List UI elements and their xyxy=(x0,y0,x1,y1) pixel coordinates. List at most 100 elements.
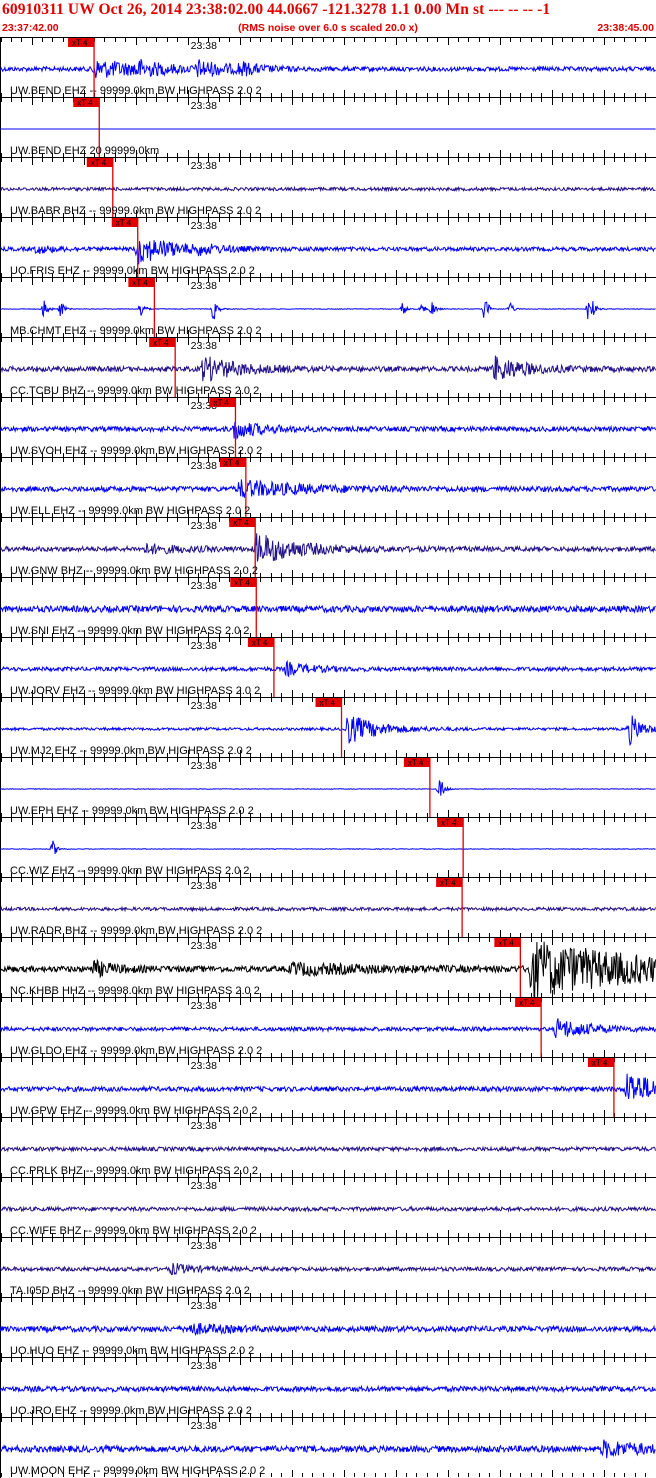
station-label: UW.GNW BHZ -- 99999.0km BW HIGHPASS 2.0 … xyxy=(10,565,258,577)
trace-23: 23:38 UO.JRO EHZ -- 99999.0km BW HIGHPASS… xyxy=(0,1357,656,1417)
minute-label: 23:38 xyxy=(191,520,217,532)
trace-15: 23:38 xT 4 UW.RADR BHZ -- 99999.0km BW HIG… xyxy=(0,877,656,937)
pick-flag-label: xT 4 xyxy=(440,879,456,888)
station-label: UW.SVOH EHZ -- 99999.0km BW HIGHPASS 2.0… xyxy=(10,445,262,457)
waveform-line xyxy=(0,840,656,855)
trace-3: 23:38 xT 4 UW.BABR BHZ -- 99999.0km BW HIG… xyxy=(0,157,656,217)
pick-flag-label: xT 4 xyxy=(233,519,249,528)
trace-5: 23:38 xT 4 MB.CHMT EHZ -- 99999.0km BW HIG… xyxy=(0,277,656,337)
station-label: TA.I05D BHZ -- 99999.0km BW HIGHPASS 2.0… xyxy=(10,1285,250,1297)
trace-22: 23:38 UO.HUO EHZ -- 99999.0km BW HIGHPASS… xyxy=(0,1297,656,1357)
minute-label: 23:38 xyxy=(191,280,217,292)
waveform-line xyxy=(0,1323,656,1337)
trace-6: 23:38 xT 4 CC.TCBU BHZ -- 99999.0km BW HIG… xyxy=(0,337,656,397)
minute-label: 23:38 xyxy=(191,1120,217,1132)
trace-11: 23:38 xT 4 UW.JORV EHZ -- 99999.0km BW HIG… xyxy=(0,637,656,697)
station-label: UW.GPW EHZ -- 99999.0km BW HIGHPASS 2.0 … xyxy=(10,1105,257,1117)
waveform-line xyxy=(0,533,656,562)
minute-label: 23:38 xyxy=(191,160,217,172)
station-label: CC.WIFE BHZ -- 99999.0km BW HIGHPASS 2.0… xyxy=(10,1225,257,1237)
pick-flag-label: xT 4 xyxy=(224,459,240,468)
pick-flag-label: xT 4 xyxy=(91,159,107,168)
station-label: UW.RADR BHZ -- 99999.0km BW HIGHPASS 2.0… xyxy=(10,925,262,937)
station-label: UW.MJ2 EHZ -- 99999.0km BW HIGHPASS 2.0 … xyxy=(10,745,252,757)
waveform-line xyxy=(0,58,656,79)
waveform-line xyxy=(0,1384,656,1394)
trace-2: 23:38 xT 4 UW.BEND EHZ 20 99999.0km xyxy=(0,97,656,157)
station-label: UW.BABR BHZ -- 99999.0km BW HIGHPASS 2.0… xyxy=(10,205,261,217)
minute-label: 23:38 xyxy=(191,100,217,112)
waveform-line xyxy=(0,905,656,913)
minute-label: 23:38 xyxy=(191,460,217,472)
trace-1: 23:38 xT 4 UW.BEND EHZ -- 99999.0km BW HIG… xyxy=(0,37,656,97)
pick-flag-label: xT 4 xyxy=(132,279,148,288)
minute-label: 23:38 xyxy=(191,1000,217,1012)
trace-18: 23:38 xT 4 UW.GPW EHZ -- 99999.0km BW HIGH… xyxy=(0,1057,656,1117)
waveform-line xyxy=(0,185,656,193)
station-label: UW.GLDO EHZ -- 99999.0km BW HIGHPASS 2.0… xyxy=(10,1045,262,1057)
station-label: UW.JORV EHZ -- 99999.0km BW HIGHPASS 2.0… xyxy=(10,685,260,697)
pick-flag-label: xT 4 xyxy=(77,99,93,108)
pick-flag-label: xT 4 xyxy=(519,999,535,1008)
minute-label: 23:38 xyxy=(191,760,217,772)
trace-20: 23:38 CC.WIFE BHZ -- 99999.0km BW HIGHPAS… xyxy=(0,1177,656,1237)
station-label: UW.BEND EHZ -- 99999.0km BW HIGHPASS 2.0… xyxy=(10,85,262,97)
minute-label: 23:38 xyxy=(191,1420,217,1432)
station-label: UW.SNI EHZ -- 99999.0km BW HIGHPASS 2.0 … xyxy=(10,625,249,637)
minute-label: 23:38 xyxy=(191,1300,217,1312)
waveform-line xyxy=(0,1145,656,1153)
waveform-line xyxy=(0,604,656,615)
pick-flag-label: xT 4 xyxy=(213,399,229,408)
trace-4: 23:38 xT 4 UO.FRIS EHZ -- 99999.0km BW HIG… xyxy=(0,217,656,277)
station-label: UO.HUO EHZ -- 99999.0km BW HIGHPASS 2.0 … xyxy=(10,1345,254,1357)
minute-label: 23:38 xyxy=(191,1360,217,1372)
station-label: UW.EPH EHZ -- 99999.0km BW HIGHPASS 2.0 … xyxy=(10,805,254,817)
station-label: UW.MOON EHZ -- 99999.0km BW HIGHPASS 2.0… xyxy=(10,1465,265,1477)
minute-label: 23:38 xyxy=(191,940,217,952)
trace-24: 23:38 UW.MOON EHZ -- 99999.0km BW HIGHPAS… xyxy=(0,1417,656,1477)
waveform-line xyxy=(0,355,656,382)
pick-flag-label: xT 4 xyxy=(320,699,336,708)
pick-flag-label: xT 4 xyxy=(498,939,514,948)
trace-17: 23:38 xT 4 UW.GLDO EHZ -- 99999.0km BW HIG… xyxy=(0,997,656,1057)
trace-16: 23:38 xT 4 NC.KHBB HHZ -- 99998.0km BW HIG… xyxy=(0,937,656,998)
waveform-line xyxy=(0,479,656,498)
station-label: NC.KHBB HHZ -- 99998.0km BW HIGHPASS 2.0… xyxy=(10,985,260,997)
pick-flag-label: xT 4 xyxy=(441,819,457,828)
pick-flag-label: xT 4 xyxy=(408,759,424,768)
station-label: UW.ELL EHZ -- 99999.0km BW HIGHPASS 2.0 … xyxy=(10,505,250,517)
minute-label: 23:38 xyxy=(191,640,217,652)
pick-flag-label: xT 4 xyxy=(72,39,88,48)
station-label: MB.CHMT EHZ -- 99999.0km BW HIGHPASS 2.0… xyxy=(10,325,261,337)
waveform-line xyxy=(0,659,656,678)
trace-19: 23:38 CC.PRLK BHZ -- 99999.0km BW HIGHPAS… xyxy=(0,1117,656,1177)
waveform-line xyxy=(0,1439,656,1459)
waveform-line xyxy=(0,1262,656,1276)
pick-flag-label: xT 4 xyxy=(592,1059,608,1068)
station-label: CC.WIZ EHZ -- 99999.0km BW HIGHPASS 2.0 … xyxy=(10,865,249,877)
station-label: UO.FRIS EHZ -- 99999.0km BW HIGHPASS 2.0… xyxy=(10,265,255,277)
waveform-line xyxy=(0,780,656,796)
trace-8: 23:38 xT 4 UW.ELL EHZ -- 99999.0km BW HIGH… xyxy=(0,457,656,517)
station-label: CC.TCBU BHZ -- 99999.0km BW HIGHPASS 2.0… xyxy=(10,385,259,397)
minute-label: 23:38 xyxy=(191,40,217,52)
waveform-line xyxy=(0,300,656,320)
station-label: UO.JRO EHZ -- 99999.0km BW HIGHPASS 2.0 … xyxy=(10,1405,252,1417)
pick-flag-label: xT 4 xyxy=(252,639,268,648)
pick-flag-label: xT 4 xyxy=(234,579,250,588)
pick-flag-label: xT 4 xyxy=(116,219,132,228)
minute-label: 23:38 xyxy=(191,1240,217,1252)
minute-label: 23:38 xyxy=(191,580,217,592)
trace-12: 23:38 xT 4 UW.MJ2 EHZ -- 99999.0km BW HIGH… xyxy=(0,697,656,757)
minute-label: 23:38 xyxy=(191,220,217,232)
minute-label: 23:38 xyxy=(191,1180,217,1192)
waveform-line xyxy=(0,422,656,440)
seismogram-panel: 23:38 xT 4 UW.BEND EHZ -- 99999.0km BW HIG… xyxy=(0,37,656,1478)
trace-7: 23:38xT 4UW.SVOH EHZ -- 99999.0km BW HIG… xyxy=(0,397,656,457)
waveform-line xyxy=(0,715,656,747)
trace-13: 23:38 xT 4 UW.EPH EHZ -- 99999.0km BW HIGH… xyxy=(0,757,656,817)
trace-14: 23:38 xT 4 CC.WIZ EHZ -- 99999.0km BW HIGH… xyxy=(0,817,656,877)
minute-label: 23:38 xyxy=(191,820,217,832)
trace-21: 23:38 TA.I05D BHZ -- 99999.0km BW HIGHPAS… xyxy=(0,1237,656,1297)
waveform-line xyxy=(0,1018,656,1039)
